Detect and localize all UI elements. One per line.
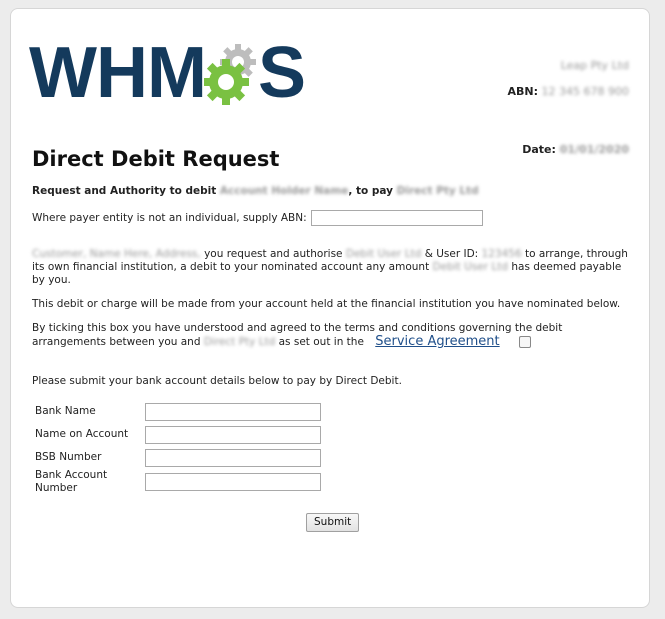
agreement-text-2: as set out in the	[278, 336, 364, 348]
bank-prompt: Please submit your bank account details …	[32, 375, 402, 387]
account-number-input[interactable]	[145, 473, 321, 491]
date-value: 01/01/2020	[559, 143, 629, 156]
authority-payer: Account Holder Name	[219, 185, 349, 197]
authority-line: Request and Authority to debit Account H…	[32, 185, 637, 198]
request-user-id: 123456	[481, 248, 522, 260]
account-name-input[interactable]	[145, 425, 321, 444]
account-number-label: Bank Account Number	[35, 469, 108, 494]
gear-icon	[203, 44, 256, 105]
request-text-2: & User ID:	[424, 248, 479, 260]
bsb-input[interactable]	[145, 448, 321, 467]
agreement-paragraph: By ticking this box you have understood …	[32, 322, 637, 349]
abn-input[interactable]	[310, 210, 483, 226]
account-name-label: Name on Account	[35, 428, 129, 440]
date-label: Date:	[522, 143, 556, 156]
abn-row: Where payer entity is not an individual,…	[32, 210, 637, 226]
abn-value: 12 345 678 900	[541, 85, 629, 98]
submit-button[interactable]: Submit	[306, 512, 360, 532]
request-text-1: you request and authorise	[204, 248, 343, 260]
logo-text-prefix: WHM	[29, 33, 207, 113]
company-abn: ABN: 12 345 678 900	[508, 79, 630, 105]
agreement-checkbox[interactable]	[519, 336, 531, 348]
company-block: Leap Pty Ltd ABN: 12 345 678 900	[508, 53, 630, 105]
bank-row-bank-name: Bank Name	[32, 400, 321, 423]
abn-label: ABN:	[507, 85, 539, 98]
bank-name-label: Bank Name	[35, 405, 96, 417]
debit-paragraph: This debit or charge will be made from y…	[32, 298, 621, 310]
request-names: Customer, Name Here, Address,	[32, 248, 201, 260]
logo-text-suffix: S	[257, 33, 306, 113]
bank-name-input[interactable]	[145, 402, 321, 421]
form-content: Request and Authority to debit Account H…	[32, 185, 637, 495]
authority-payee: Direct Pty Ltd	[396, 185, 479, 197]
service-agreement-link[interactable]: Service Agreement	[375, 334, 499, 349]
direct-debit-card: WHM S Leap Pty Ltd ABN: 12 345 678 900 D…	[10, 8, 650, 608]
bsb-label: BSB Number	[35, 451, 102, 463]
submit-wrap: Submit	[306, 510, 360, 532]
request-paragraph: Customer, Name Here, Address, you reques…	[32, 248, 637, 287]
bank-row-account-number: Bank Account Number	[32, 469, 321, 495]
page-title: Direct Debit Request	[32, 147, 280, 171]
agreement-company: Direct Pty Ltd	[203, 336, 276, 348]
request-company: Debit User Ltd	[432, 261, 509, 273]
authority-text-2: , to pay	[348, 185, 393, 197]
request-debit-user: Debit User Ltd	[345, 248, 422, 260]
company-name: Leap Pty Ltd	[560, 59, 629, 72]
date-line: Date: 01/01/2020	[522, 143, 629, 156]
abn-prompt: Where payer entity is not an individual,…	[32, 211, 307, 224]
bank-row-account-name: Name on Account	[32, 423, 321, 446]
bank-row-bsb: BSB Number	[32, 446, 321, 469]
bank-details-table: Bank Name Name on Account BSB Number Ban…	[32, 400, 321, 495]
whmcs-logo: WHM S	[29, 33, 306, 113]
authority-text-1: Request and Authority to debit	[32, 185, 217, 197]
